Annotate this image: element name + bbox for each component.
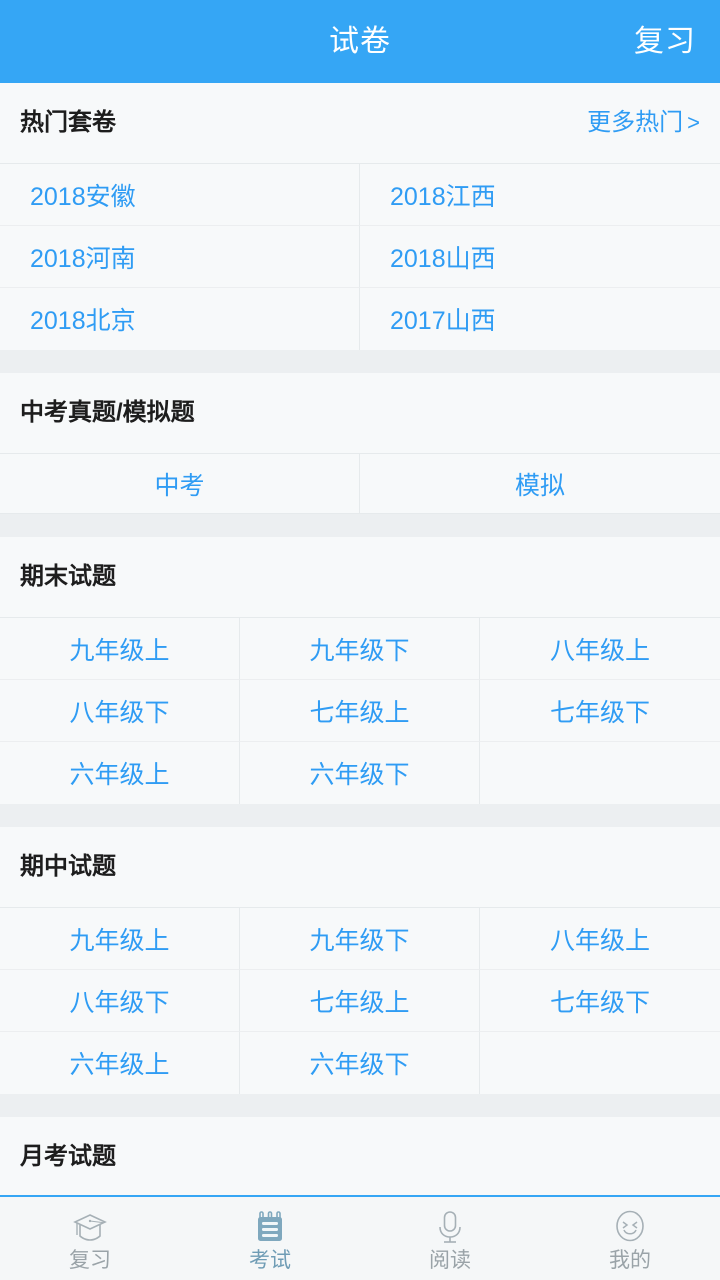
section-gap	[0, 804, 720, 827]
grid-item-hot-sets[interactable]: 2017山西	[360, 288, 720, 350]
tab-reading[interactable]: 阅读	[360, 1197, 540, 1280]
chevron-right-icon: >	[687, 110, 700, 135]
section-midterm-exam: 期中试题九年级上 九年级下 八年级上八年级下 七年级上 七年级下六年级上 六年级下	[0, 827, 720, 1094]
grid-cell-empty	[480, 1032, 720, 1094]
section-final-exam: 期末试题九年级上 九年级下 八年级上八年级下 七年级上 七年级下六年级上 六年级下	[0, 537, 720, 804]
grid-item-label: 八年级下	[69, 988, 170, 1017]
grid-item-final-exam[interactable]: 八年级上	[480, 618, 720, 680]
bottom-tab-bar: 复习 考试 阅读 我的	[0, 1195, 720, 1280]
grid-item-hot-sets[interactable]: 2018山西	[360, 226, 720, 288]
grid-item-label: 九年级下	[309, 926, 410, 955]
grid-item-final-exam[interactable]: 七年级下	[480, 680, 720, 742]
tab-label-profile: 我的	[609, 1248, 651, 1272]
tab-label-exam: 考试	[249, 1248, 291, 1272]
grid-item-final-exam[interactable]: 六年级下	[240, 742, 480, 804]
tab-review[interactable]: 复习	[0, 1197, 180, 1280]
grid-item-label: 2018河南	[30, 244, 136, 273]
section-more-label: 更多热门	[587, 109, 684, 136]
grid-cell-empty	[480, 742, 720, 804]
grid-item-label: 八年级上	[549, 926, 650, 955]
page-title: 试卷	[329, 24, 391, 58]
grid-item-label: 七年级上	[309, 698, 410, 727]
smiley-face-icon	[612, 1209, 648, 1247]
notepad-icon	[252, 1209, 288, 1247]
grid-item-midterm-exam[interactable]: 八年级上	[480, 908, 720, 970]
topbar-action-review[interactable]: 复习	[634, 26, 696, 57]
grid-item-final-exam[interactable]: 八年级下	[0, 680, 240, 742]
grid-item-label: 2018北京	[30, 307, 136, 335]
grid-item-label: 九年级上	[69, 926, 170, 955]
top-app-bar: 试卷 复习	[0, 0, 720, 83]
grid-item-final-exam[interactable]: 九年级下	[240, 618, 480, 680]
grid-item-midterm-exam[interactable]: 七年级下	[480, 970, 720, 1032]
graduation-cap-icon	[72, 1209, 108, 1247]
section-monthly-exam: 月考试题九年级上九年级下八年级上八年级下七年级上七年级下六年级上六年级下	[0, 1117, 720, 1195]
grid-item-midterm-exam[interactable]: 八年级下	[0, 970, 240, 1032]
section-title: 期末试题	[20, 563, 116, 590]
grid-item-label: 九年级上	[69, 636, 170, 665]
grid-item-final-exam[interactable]: 六年级上	[0, 742, 240, 804]
section-title: 中考真题/模拟题	[20, 399, 195, 426]
section-header-midterm-exam: 期中试题	[0, 827, 720, 907]
tab-label-reading: 阅读	[429, 1248, 471, 1272]
grid-item-zhongkao[interactable]: 中考	[0, 454, 360, 513]
section-title: 热门套卷	[20, 109, 116, 136]
grid-item-label: 2018江西	[390, 182, 496, 211]
section-gap	[0, 350, 720, 373]
grid-item-label: 2018山西	[390, 244, 496, 273]
grid-item-label: 六年级上	[69, 1051, 170, 1079]
grid-item-label: 七年级下	[549, 698, 650, 727]
grid-item-label: 六年级上	[69, 761, 170, 789]
grid-item-label: 六年级下	[309, 761, 410, 789]
grid-item-label: 中考	[154, 471, 205, 500]
section-more-link[interactable]: 更多热门 >	[587, 111, 700, 135]
grid-midterm-exam: 九年级上 九年级下 八年级上八年级下 七年级上 七年级下六年级上 六年级下	[0, 907, 720, 1094]
section-hot-sets: 热门套卷 更多热门 >2018安徽 2018江西 2018河南 2018山西 2018北京 2…	[0, 83, 720, 350]
grid-item-midterm-exam[interactable]: 九年级上	[0, 908, 240, 970]
grid-item-label: 七年级上	[309, 988, 410, 1017]
section-header-zhongkao: 中考真题/模拟题	[0, 373, 720, 453]
tab-exam[interactable]: 考试	[180, 1197, 360, 1280]
grid-item-midterm-exam[interactable]: 六年级上	[0, 1032, 240, 1094]
grid-item-label: 六年级下	[309, 1051, 410, 1079]
grid-hot-sets: 2018安徽 2018江西 2018河南 2018山西 2018北京 2017山西	[0, 163, 720, 350]
grid-item-label: 2017山西	[390, 307, 496, 335]
grid-item-label: 七年级下	[549, 988, 650, 1017]
content-scroll-area[interactable]: 热门套卷 更多热门 >2018安徽 2018江西 2018河南 2018山西 2018北京 2…	[0, 83, 720, 1195]
grid-item-hot-sets[interactable]: 2018安徽	[0, 164, 360, 226]
app-root: 试卷 复习 热门套卷 更多热门 >2018安徽 2018江西 2018河南 2018山西 2…	[0, 0, 720, 1280]
section-zhongkao: 中考真题/模拟题中考 模拟	[0, 373, 720, 514]
section-header-final-exam: 期末试题	[0, 537, 720, 617]
grid-item-zhongkao[interactable]: 模拟	[360, 454, 720, 513]
grid-item-label: 九年级下	[309, 636, 410, 665]
grid-item-label: 模拟	[514, 471, 565, 500]
grid-item-midterm-exam[interactable]: 七年级上	[240, 970, 480, 1032]
microphone-icon	[432, 1209, 468, 1247]
tab-profile[interactable]: 我的	[540, 1197, 720, 1280]
grid-item-label: 八年级上	[549, 636, 650, 665]
grid-item-final-exam[interactable]: 七年级上	[240, 680, 480, 742]
grid-item-final-exam[interactable]: 九年级上	[0, 618, 240, 680]
grid-item-label: 2018安徽	[30, 182, 136, 211]
section-gap	[0, 514, 720, 537]
grid-zhongkao: 中考 模拟	[0, 453, 720, 514]
grid-item-midterm-exam[interactable]: 九年级下	[240, 908, 480, 970]
grid-item-midterm-exam[interactable]: 六年级下	[240, 1032, 480, 1094]
section-title: 月考试题	[20, 1143, 116, 1170]
grid-final-exam: 九年级上 九年级下 八年级上八年级下 七年级上 七年级下六年级上 六年级下	[0, 617, 720, 804]
tab-label-review: 复习	[69, 1248, 111, 1272]
grid-item-hot-sets[interactable]: 2018江西	[360, 164, 720, 226]
section-header-monthly-exam: 月考试题	[0, 1117, 720, 1195]
section-header-hot-sets: 热门套卷 更多热门 >	[0, 83, 720, 163]
section-gap	[0, 1094, 720, 1117]
scroller: 热门套卷 更多热门 >2018安徽 2018江西 2018河南 2018山西 2018北京 2…	[0, 83, 720, 1195]
grid-item-label: 八年级下	[69, 698, 170, 727]
grid-item-hot-sets[interactable]: 2018河南	[0, 226, 360, 288]
grid-item-hot-sets[interactable]: 2018北京	[0, 288, 360, 350]
section-title: 期中试题	[20, 853, 116, 880]
